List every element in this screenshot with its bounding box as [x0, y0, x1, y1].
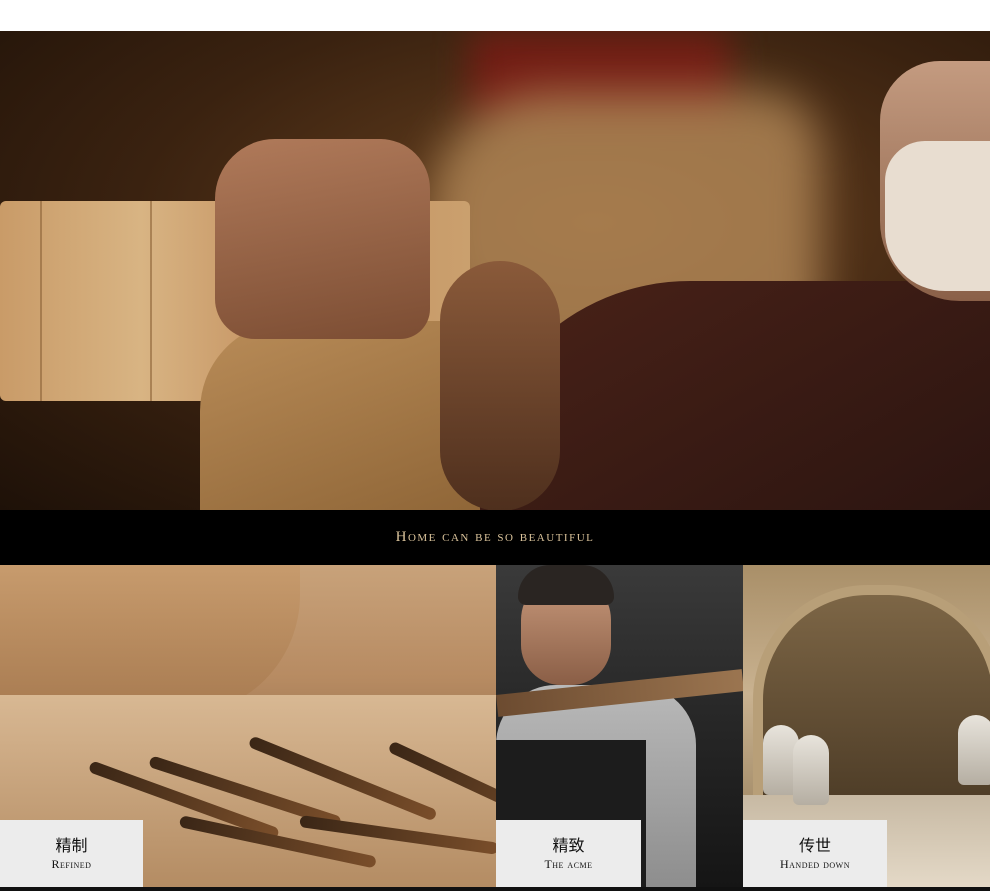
- tagline-text: Home can be so beautiful: [395, 529, 595, 545]
- hero-sleeve: [200, 321, 480, 510]
- tile-acme-hair: [518, 565, 614, 605]
- caption-refined: 精制 Refined: [0, 820, 143, 887]
- top-spacer: [0, 0, 990, 31]
- marble-bust: [958, 715, 990, 785]
- hero-face-mask: [885, 141, 990, 291]
- caption-handed-en: Handed down: [779, 856, 851, 871]
- hero-hand-with-chisel: [440, 261, 560, 510]
- hero-image-woodcarver: [0, 31, 990, 510]
- caption-acme-zh: 精致: [552, 835, 585, 855]
- caption-acme: 精致 The acme: [496, 820, 641, 887]
- tagline-banner: Home can be so beautiful: [0, 510, 990, 565]
- bottom-divider: [0, 887, 990, 891]
- caption-refined-zh: 精制: [55, 835, 88, 855]
- caption-refined-en: Refined: [51, 856, 92, 871]
- tile-refined-carver: [0, 565, 300, 715]
- caption-handed-zh: 传世: [798, 835, 831, 855]
- marble-bust: [793, 735, 829, 805]
- hero-hand: [215, 139, 430, 339]
- caption-acme-en: The acme: [544, 856, 593, 871]
- caption-handed-down: 传世 Handed down: [743, 820, 887, 887]
